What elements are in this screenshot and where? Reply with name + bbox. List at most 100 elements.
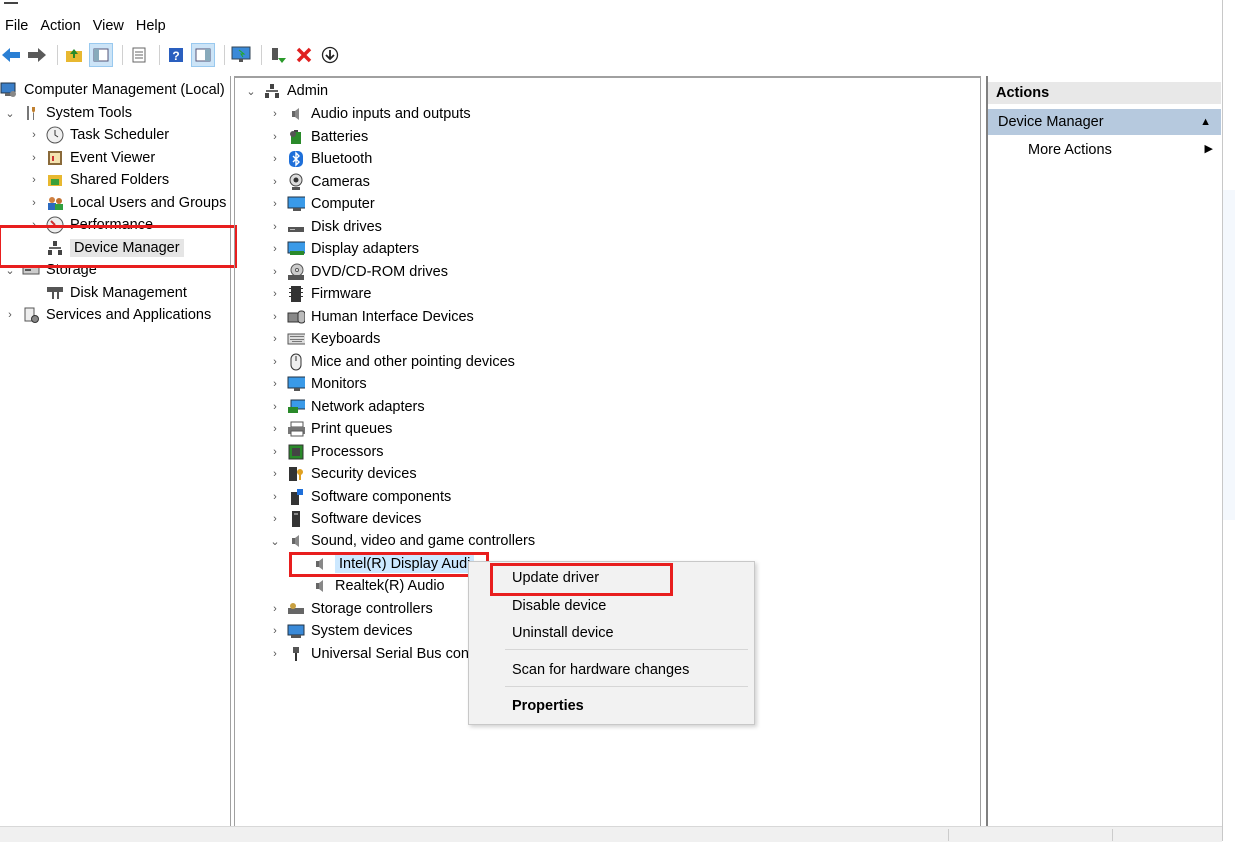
tree-item-system-devices[interactable]: › System devices bbox=[269, 620, 412, 642]
chevron-right-icon[interactable]: › bbox=[269, 266, 281, 278]
chevron-right-icon[interactable]: › bbox=[269, 221, 281, 233]
chevron-down-icon[interactable]: ⌄ bbox=[269, 535, 281, 548]
chevron-right-icon[interactable]: › bbox=[269, 243, 281, 255]
tree-item-shared-folders[interactable]: › Shared Folders bbox=[28, 169, 169, 191]
chevron-right-icon[interactable]: › bbox=[28, 152, 40, 164]
chevron-right-icon[interactable]: › bbox=[269, 401, 281, 413]
chevron-right-icon[interactable]: › bbox=[269, 311, 281, 323]
dvd-cd-rom-drives-icon bbox=[287, 263, 305, 281]
forward-arrow-icon[interactable] bbox=[26, 44, 48, 66]
tree-item-computer-management[interactable]: Computer Management (Local) bbox=[0, 79, 225, 101]
tree-item-network-adapters[interactable]: › Network adapters bbox=[269, 396, 424, 418]
actions-section-device-manager[interactable]: Device Manager ▲ bbox=[988, 109, 1221, 135]
tree-label: Firmware bbox=[311, 286, 372, 302]
back-arrow-icon[interactable] bbox=[0, 44, 22, 66]
tree-item-security-devices[interactable]: › Security devices bbox=[269, 463, 416, 485]
chevron-right-icon[interactable]: › bbox=[269, 378, 281, 390]
chevron-right-icon[interactable]: › bbox=[269, 648, 281, 660]
chevron-right-icon[interactable]: › bbox=[28, 174, 40, 186]
enable-device-icon[interactable] bbox=[267, 44, 289, 66]
chevron-right-icon[interactable]: › bbox=[269, 153, 281, 165]
menu-action[interactable]: Action bbox=[34, 18, 86, 34]
keyboards-icon bbox=[287, 330, 305, 348]
menu-view[interactable]: View bbox=[87, 18, 130, 34]
disk-management-icon bbox=[46, 284, 64, 302]
download-driver-icon[interactable] bbox=[319, 44, 341, 66]
menu-help[interactable]: Help bbox=[130, 18, 172, 34]
tree-item-human-interface-devices[interactable]: › Human Interface Devices bbox=[269, 306, 474, 328]
tree-item-audio-inputs-and-outputs[interactable]: › Audio inputs and outputs bbox=[269, 103, 470, 125]
tree-item-cameras[interactable]: › Cameras bbox=[269, 171, 370, 193]
tree-item-task-scheduler[interactable]: › Task Scheduler bbox=[28, 124, 169, 146]
more-actions-label: More Actions bbox=[1028, 142, 1112, 158]
help-icon[interactable]: ? bbox=[165, 44, 187, 66]
show-hide-action-pane-icon[interactable] bbox=[191, 43, 215, 67]
tree-item-disk-management[interactable]: Disk Management bbox=[46, 282, 187, 304]
chevron-right-icon[interactable]: › bbox=[28, 129, 40, 141]
tree-item-display-adapters[interactable]: › Display adapters bbox=[269, 238, 419, 260]
software-components-icon bbox=[287, 488, 305, 506]
chevron-right-icon[interactable]: › bbox=[4, 309, 16, 321]
tree-item-batteries[interactable]: › Batteries bbox=[269, 126, 368, 148]
title-bar bbox=[0, 0, 1222, 14]
chevron-right-icon[interactable]: › bbox=[28, 197, 40, 209]
event-viewer-icon bbox=[46, 149, 64, 167]
chevron-down-icon[interactable]: ⌄ bbox=[245, 85, 257, 98]
tree-item-services[interactable]: › Services and Applications bbox=[4, 304, 211, 326]
tree-item-sound-video-game[interactable]: ⌄ Sound, video and game controllers bbox=[269, 530, 535, 552]
up-folder-icon[interactable] bbox=[63, 44, 85, 66]
chevron-right-icon[interactable]: › bbox=[269, 491, 281, 503]
processors-icon bbox=[287, 443, 305, 461]
tree-item-bluetooth[interactable]: › Bluetooth bbox=[269, 148, 372, 170]
chevron-right-icon[interactable]: › bbox=[269, 108, 281, 120]
uninstall-icon[interactable] bbox=[293, 44, 315, 66]
tree-item-processors[interactable]: › Processors bbox=[269, 441, 383, 463]
monitor-icon[interactable] bbox=[230, 44, 252, 66]
tree-item-dvd-cd-rom-drives[interactable]: › DVD/CD-ROM drives bbox=[269, 261, 448, 283]
tree-item-computer[interactable]: › Computer bbox=[269, 193, 375, 215]
tree-item-admin[interactable]: ⌄ Admin bbox=[245, 80, 328, 102]
chevron-down-icon[interactable]: ⌄ bbox=[4, 107, 16, 120]
tree-item-realtek-audio[interactable]: Realtek(R) Audio bbox=[311, 575, 445, 597]
chevron-right-icon[interactable]: › bbox=[269, 513, 281, 525]
tree-item-keyboards[interactable]: › Keyboards bbox=[269, 328, 380, 350]
chevron-right-icon[interactable]: › bbox=[269, 131, 281, 143]
context-item-properties[interactable]: Properties bbox=[512, 698, 584, 714]
bluetooth-icon bbox=[287, 150, 305, 168]
more-actions-item[interactable]: More Actions ▶ bbox=[1028, 142, 1213, 158]
tree-item-software-components[interactable]: › Software components bbox=[269, 486, 451, 508]
chevron-right-icon[interactable]: › bbox=[269, 468, 281, 480]
chevron-right-icon[interactable]: › bbox=[269, 625, 281, 637]
tree-label: Disk Management bbox=[70, 285, 187, 301]
tree-item-disk-drives[interactable]: › Disk drives bbox=[269, 216, 382, 238]
display-adapters-icon bbox=[287, 240, 305, 258]
properties-icon[interactable] bbox=[128, 44, 150, 66]
tree-item-software-devices[interactable]: › Software devices bbox=[269, 508, 421, 530]
tree-item-usb[interactable]: › Universal Serial Bus con bbox=[269, 643, 469, 665]
context-item-uninstall-device[interactable]: Uninstall device bbox=[512, 625, 614, 641]
chevron-right-icon[interactable]: › bbox=[269, 288, 281, 300]
chevron-right-icon[interactable]: › bbox=[269, 356, 281, 368]
tree-item-local-users[interactable]: › Local Users and Groups bbox=[28, 192, 226, 214]
context-item-scan-hardware[interactable]: Scan for hardware changes bbox=[512, 662, 689, 678]
status-divider bbox=[948, 829, 949, 841]
chevron-right-icon[interactable]: › bbox=[269, 446, 281, 458]
context-item-disable-device[interactable]: Disable device bbox=[512, 598, 606, 614]
chevron-right-icon[interactable]: › bbox=[269, 198, 281, 210]
tree-item-mice-and-other-pointing-devices[interactable]: › Mice and other pointing devices bbox=[269, 351, 515, 373]
chevron-right-icon[interactable]: › bbox=[269, 176, 281, 188]
tree-item-firmware[interactable]: › Firmware bbox=[269, 283, 371, 305]
chevron-right-icon[interactable]: › bbox=[269, 603, 281, 615]
tree-item-print-queues[interactable]: › Print queues bbox=[269, 418, 392, 440]
chevron-right-icon[interactable]: › bbox=[269, 333, 281, 345]
tree-item-storage-controllers[interactable]: › Storage controllers bbox=[269, 598, 433, 620]
chevron-right-icon[interactable]: › bbox=[269, 423, 281, 435]
tree-item-monitors[interactable]: › Monitors bbox=[269, 373, 366, 395]
menu-file[interactable]: File bbox=[0, 18, 34, 34]
tree-label: Batteries bbox=[311, 128, 369, 145]
collapse-triangle-icon[interactable]: ▲ bbox=[1200, 116, 1211, 128]
tree-item-event-viewer[interactable]: › Event Viewer bbox=[28, 147, 155, 169]
show-hide-console-tree-icon[interactable] bbox=[89, 43, 113, 67]
tree-item-system-tools[interactable]: ⌄ System Tools bbox=[4, 102, 132, 124]
tree-label: Mice and other pointing devices bbox=[311, 353, 515, 370]
